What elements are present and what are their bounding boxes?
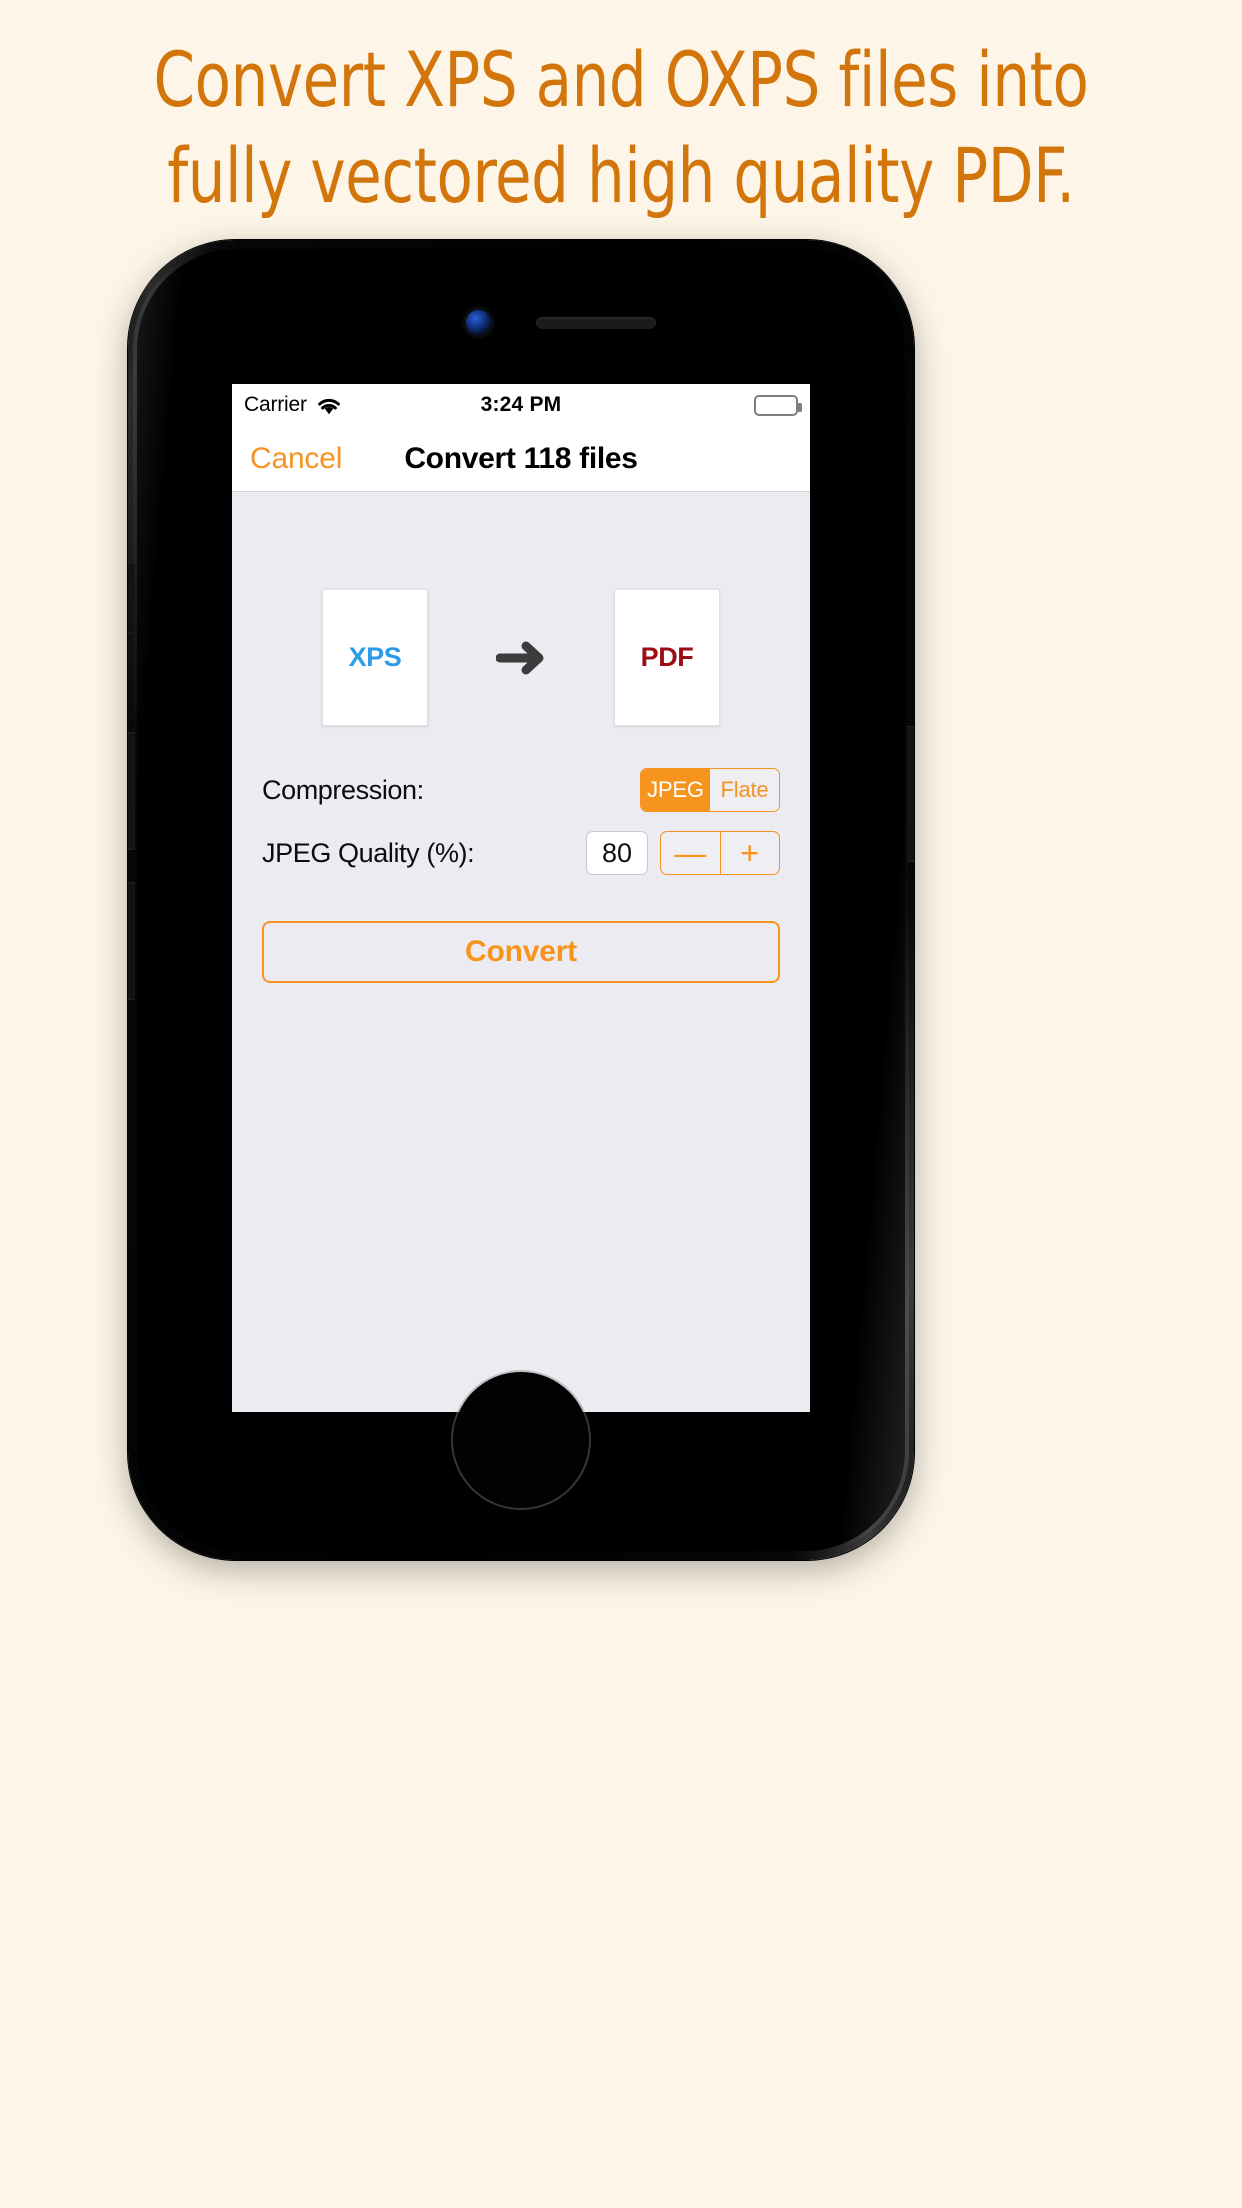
mute-switch-button[interactable] bbox=[128, 562, 135, 634]
front-camera-icon bbox=[466, 310, 491, 335]
compression-row: Compression: JPEG Flate bbox=[262, 768, 780, 812]
decrement-button[interactable]: — bbox=[661, 832, 721, 874]
volume-up-button[interactable] bbox=[128, 732, 135, 850]
jpeg-quality-label: JPEG Quality (%): bbox=[262, 837, 475, 868]
target-format-label: PDF bbox=[640, 642, 694, 672]
source-file-card: XPS bbox=[322, 589, 428, 726]
jpeg-quality-input[interactable]: 80 bbox=[586, 831, 648, 875]
status-bar-right bbox=[754, 394, 802, 416]
status-bar-left: Carrier bbox=[244, 393, 342, 417]
phone-device-frame: Carrier 3:24 PM Cancel Convert 118 files… bbox=[128, 240, 914, 1560]
cancel-button[interactable]: Cancel bbox=[250, 442, 342, 476]
convert-action-area: Convert bbox=[232, 921, 810, 983]
convert-button[interactable]: Convert bbox=[262, 921, 780, 983]
home-button-icon[interactable] bbox=[453, 1372, 589, 1508]
compression-segmented-control[interactable]: JPEG Flate bbox=[640, 768, 780, 812]
navigation-bar: Cancel Convert 118 files bbox=[232, 426, 810, 492]
volume-down-button[interactable] bbox=[128, 882, 135, 1000]
conversion-preview: XPS PDF bbox=[232, 492, 810, 726]
headline-line-2: fully vectored high quality PDF. bbox=[167, 131, 1075, 220]
source-format-label: XPS bbox=[348, 642, 402, 672]
target-file-card: PDF bbox=[614, 589, 720, 726]
jpeg-quality-row: JPEG Quality (%): 80 — + bbox=[262, 831, 780, 875]
carrier-label: Carrier bbox=[244, 393, 307, 416]
segment-flate[interactable]: Flate bbox=[710, 769, 779, 811]
device-screen: Carrier 3:24 PM Cancel Convert 118 files… bbox=[232, 384, 810, 1412]
compression-label: Compression: bbox=[262, 774, 424, 805]
increment-button[interactable]: + bbox=[721, 832, 780, 874]
battery-full-icon bbox=[754, 394, 802, 416]
marketing-screenshot: Convert XPS and OXPS files into fully ve… bbox=[0, 0, 1242, 2208]
jpeg-quality-stepper[interactable]: — + bbox=[660, 831, 780, 875]
arrow-right-icon bbox=[496, 639, 546, 677]
screen-content: XPS PDF Compression: JPEG Flate JPEG Qua… bbox=[232, 492, 810, 1412]
earpiece-speaker-icon bbox=[536, 317, 656, 329]
page-title: Convert XPS and OXPS files into fully ve… bbox=[81, 42, 1162, 214]
power-button[interactable] bbox=[907, 726, 914, 862]
jpeg-quality-control: 80 — + bbox=[586, 831, 780, 875]
options-form: Compression: JPEG Flate JPEG Quality (%)… bbox=[232, 768, 810, 875]
wifi-icon bbox=[316, 396, 342, 415]
headline-line-1: Convert XPS and OXPS files into bbox=[153, 35, 1089, 124]
compression-control: JPEG Flate bbox=[640, 768, 780, 812]
segment-jpeg[interactable]: JPEG bbox=[641, 769, 710, 811]
status-bar: Carrier 3:24 PM bbox=[232, 384, 810, 426]
